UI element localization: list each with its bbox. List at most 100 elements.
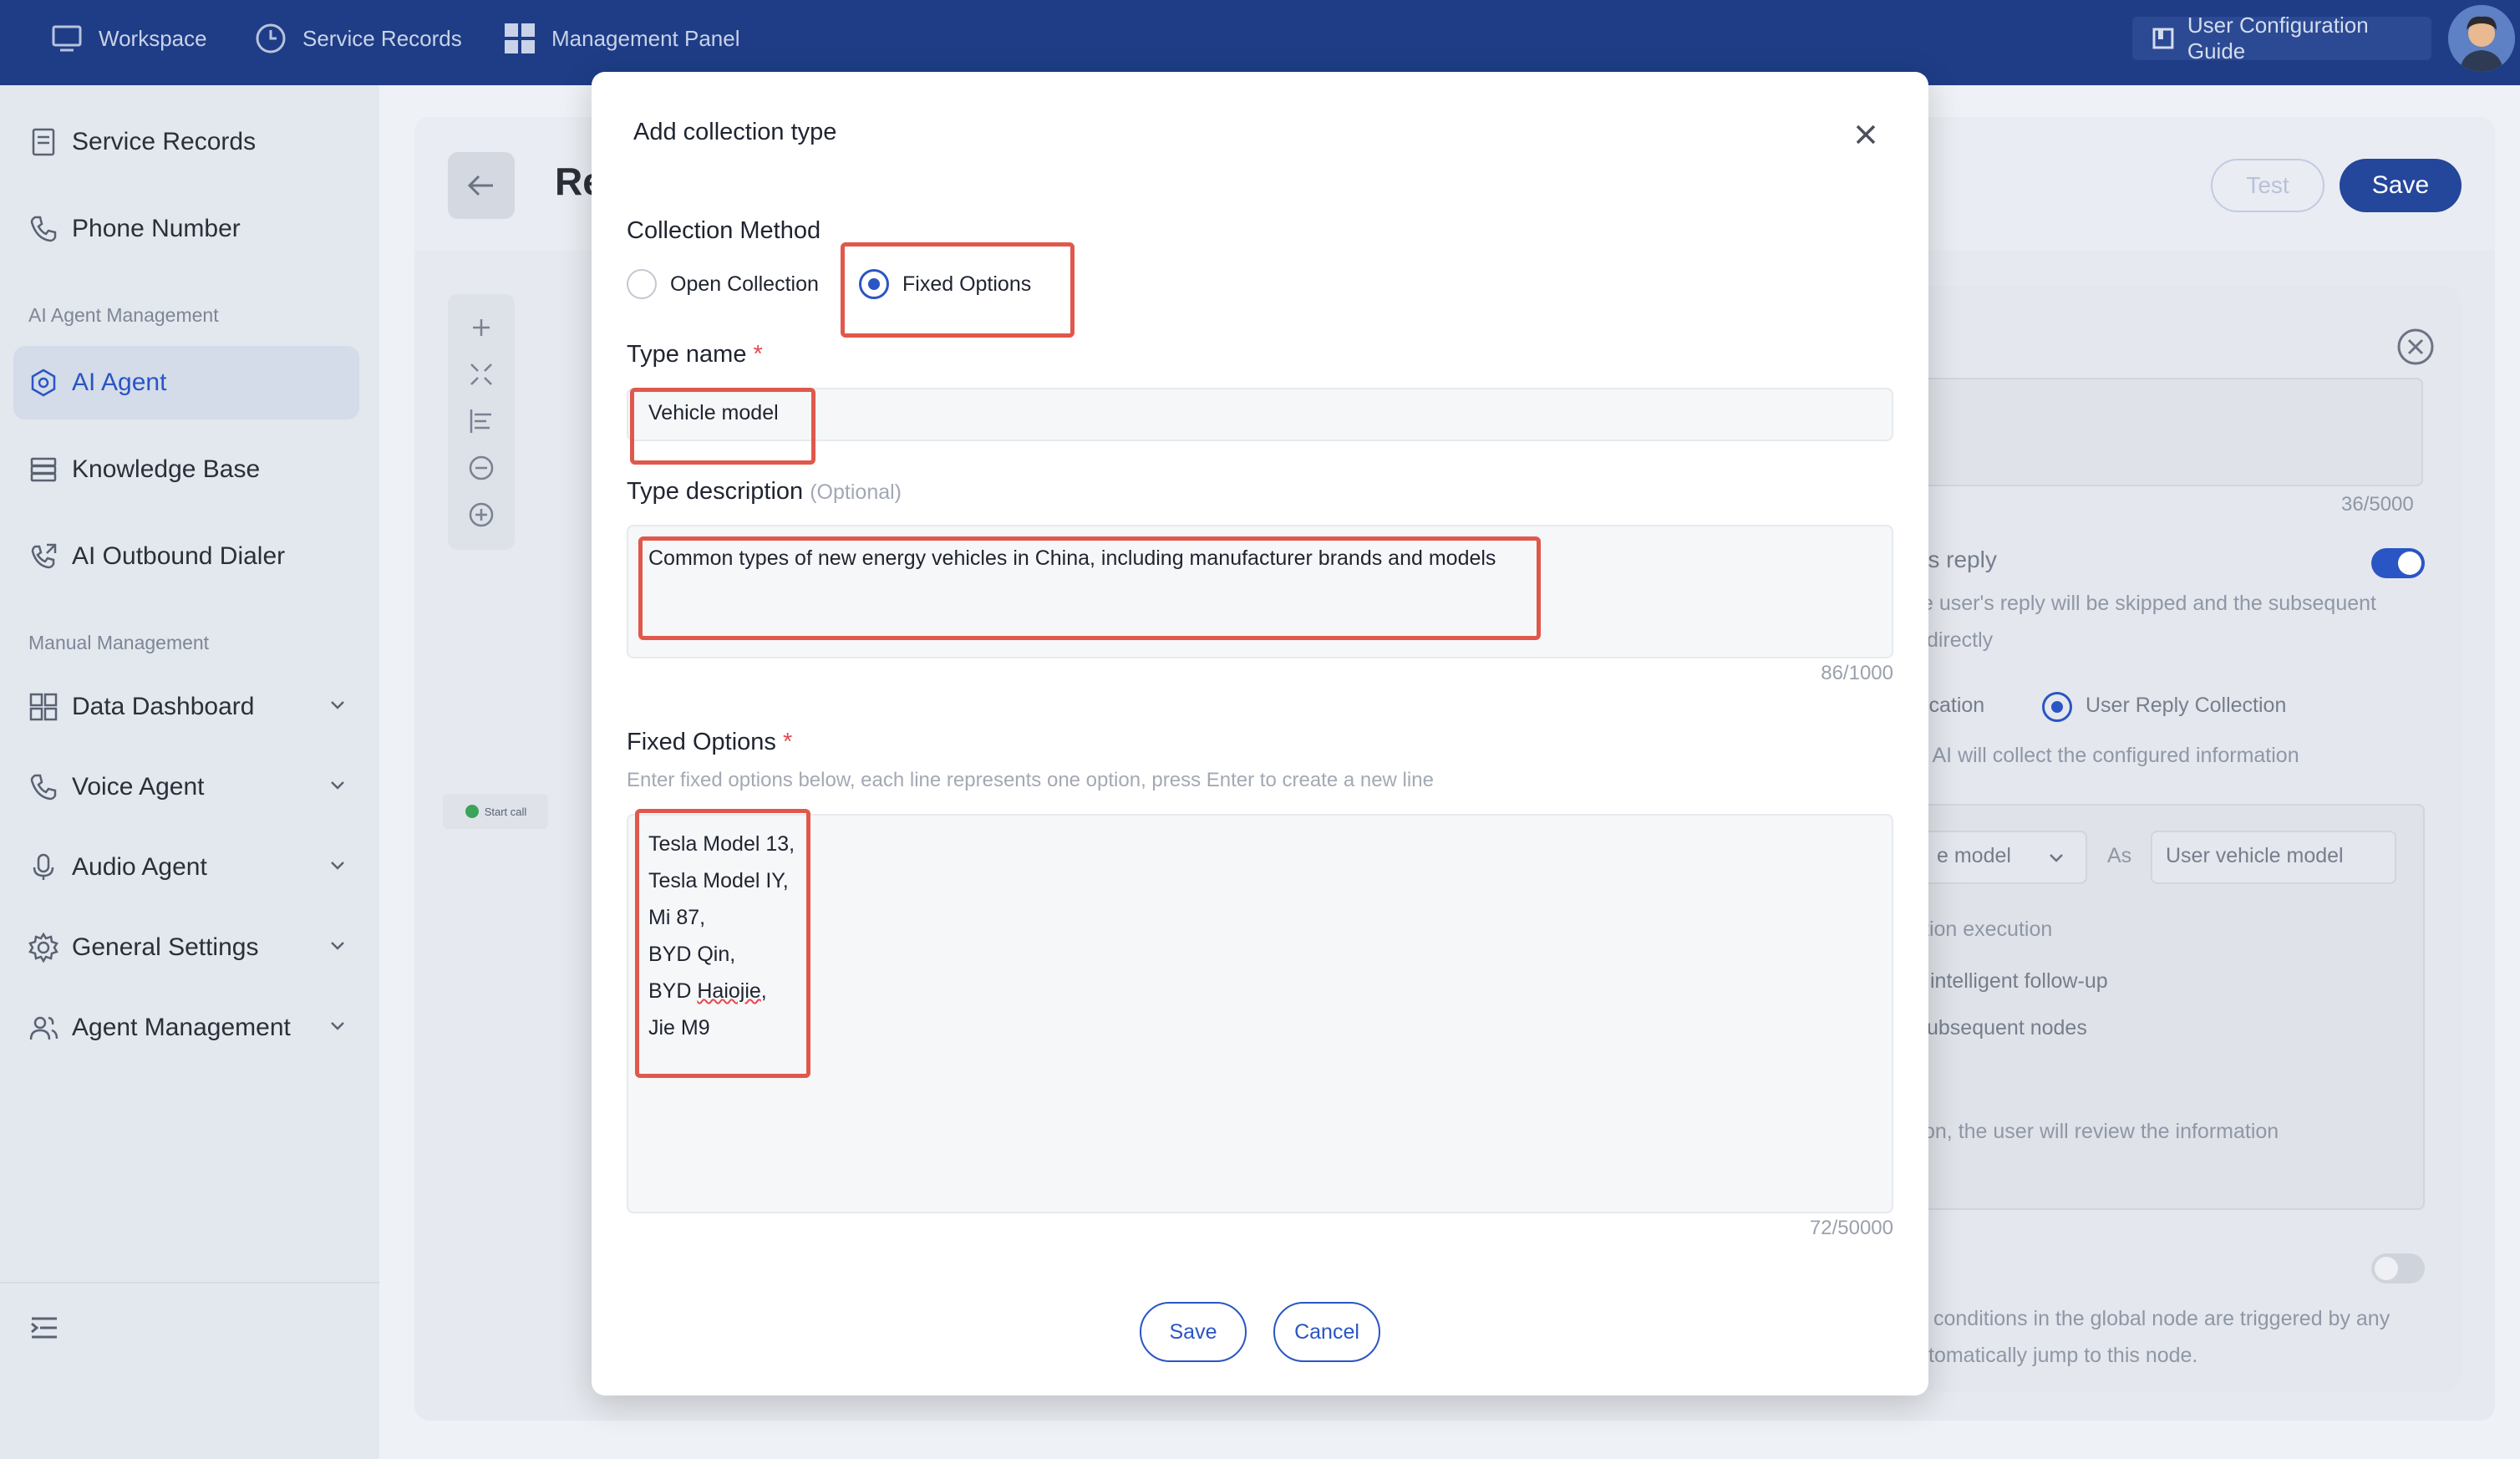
plus-icon[interactable] [466, 313, 496, 343]
subsequent-nodes-label: ubsequent nodes [1927, 1016, 2087, 1040]
review-text: on, the user will review the information [1923, 1120, 2279, 1143]
highlight-box [841, 242, 1075, 338]
arrow-left-icon [467, 175, 493, 196]
sidebar-item-label: Data Dashboard [72, 693, 255, 720]
sidebar-item-ai-agent[interactable]: AI Agent [13, 346, 359, 419]
grid-icon [505, 23, 535, 53]
nav-workspace-label: Workspace [99, 25, 207, 51]
option-line: Mi 87, [648, 906, 706, 929]
option-line: Tesla Model IY, [648, 869, 789, 892]
sidebar-item-label: AI Agent [72, 369, 167, 396]
collection-type-select-value: e model [1937, 844, 2011, 867]
user-reply-collection-label: User Reply Collection [2086, 694, 2287, 717]
user-configuration-guide-button[interactable]: User Configuration Guide [2132, 13, 2431, 64]
sidebar-item-knowledge-base[interactable]: Knowledge Base [13, 433, 359, 506]
highlight-box [630, 388, 815, 465]
phone-icon [30, 774, 57, 801]
nav-workspace[interactable]: Workspace [50, 0, 207, 77]
variable-name-value: User vehicle model [2166, 844, 2344, 867]
sidebar-item-label: Audio Agent [72, 853, 207, 881]
type-description-label: Type description (Optional) [627, 478, 902, 505]
prompt-counter: 36/5000 [2341, 493, 2414, 516]
canvas-toolbar [448, 294, 515, 550]
as-label: As [2107, 844, 2132, 867]
chevron-down-icon [331, 942, 344, 950]
nav-management-panel[interactable]: Management Panel [503, 0, 739, 77]
chevron-down-icon [331, 862, 344, 870]
phone-icon [465, 805, 479, 818]
reply-toggle[interactable] [2371, 548, 2425, 578]
fixed-options-textarea[interactable] [627, 814, 1893, 1213]
open-collection-label[interactable]: Open Collection [670, 272, 819, 297]
sidebar-item-ai-outbound-dialer[interactable]: AI Outbound Dialer [13, 520, 359, 593]
sidebar-item-phone-number[interactable]: Phone Number [13, 192, 359, 266]
microphone-icon [33, 853, 54, 880]
sidebar-footer [0, 1282, 379, 1374]
type-name-input[interactable] [627, 388, 1893, 441]
user-avatar-icon [2448, 5, 2515, 72]
option-line: BYD Qin, [648, 943, 736, 966]
description-counter: 86/1000 [1821, 662, 1893, 684]
sidebar-item-label: General Settings [72, 933, 259, 961]
type-name-label: Type name * [627, 341, 763, 368]
sidebar-item-label: Agent Management [72, 1014, 291, 1041]
sidebar-section-ai-agent-management: AI Agent Management [28, 304, 219, 326]
fit-view-icon[interactable] [466, 359, 496, 389]
document-icon [32, 128, 55, 156]
sidebar-section-manual-management: Manual Management [28, 632, 210, 653]
users-icon [29, 1016, 58, 1040]
sidebar-item-label: Phone Number [72, 215, 241, 242]
save-button[interactable]: Save [1140, 1302, 1247, 1362]
outbound-call-icon [31, 543, 57, 569]
add-collection-type-dialog: Add collection type Collection Method Op… [592, 72, 1928, 1395]
nav-service-records[interactable]: Service Records [254, 0, 462, 77]
start-call-node[interactable]: Start call [443, 794, 548, 829]
clock-icon [256, 23, 286, 53]
option-line: Jie M9 [648, 1016, 710, 1040]
close-icon[interactable] [1848, 117, 1883, 152]
reply-desc-2: directly [1927, 628, 1994, 652]
dashboard-icon [29, 693, 58, 721]
zoom-out-icon[interactable] [466, 453, 496, 483]
editor-save-button[interactable]: Save [2340, 159, 2462, 212]
sidebar-item-agent-management[interactable]: Agent Management [13, 991, 359, 1065]
chevron-down-icon [331, 781, 344, 790]
book-icon [2152, 28, 2174, 49]
open-collection-radio[interactable] [627, 269, 657, 299]
user-reply-collection-radio[interactable] [2042, 692, 2072, 722]
back-button[interactable] [448, 152, 515, 219]
sidebar-item-voice-agent[interactable]: Voice Agent [13, 750, 359, 824]
global-desc-2: tomatically jump to this node. [1928, 1344, 2198, 1367]
fixed-options-label: Fixed Options * [627, 729, 793, 755]
exec-label: tion execution [1923, 918, 2053, 941]
global-desc-1: conditions in the global node are trigge… [1933, 1307, 2390, 1330]
chevron-down-icon [331, 701, 344, 709]
sidebar-item-general-settings[interactable]: General Settings [13, 911, 359, 984]
collect-desc: , AI will collect the configured informa… [1922, 744, 2299, 767]
option-line: BYD Haiojie, [648, 979, 767, 1003]
follow-up-label: intelligent follow-up [1930, 969, 2108, 993]
highlight-box [638, 536, 1541, 640]
test-button[interactable]: Test [2211, 159, 2324, 212]
sidebar-item-audio-agent[interactable]: Audio Agent [13, 831, 359, 904]
close-circle-icon[interactable] [2396, 328, 2435, 366]
option-line: Tesla Model 13, [648, 832, 795, 856]
nav-service-records-label: Service Records [302, 25, 462, 51]
global-toggle[interactable] [2371, 1253, 2425, 1284]
dialog-title: Add collection type [633, 119, 837, 145]
monitor-icon [52, 25, 82, 52]
reply-desc-1: e user's reply will be skipped and the s… [1922, 592, 2376, 615]
reply-title: 's reply [1923, 546, 1997, 572]
zoom-in-icon[interactable] [466, 500, 496, 530]
sidebar-item-label: Knowledge Base [72, 455, 261, 483]
collapse-menu-icon[interactable] [30, 1315, 58, 1340]
sidebar-item-data-dashboard[interactable]: Data Dashboard [13, 670, 359, 744]
align-icon[interactable] [466, 406, 496, 436]
spellcheck-word: Haiojie [697, 979, 761, 1003]
sidebar-item-label: Service Records [72, 128, 257, 155]
sidebar-item-service-records[interactable]: Service Records [13, 105, 359, 179]
prompt-textarea[interactable] [1880, 378, 2423, 486]
database-icon [30, 457, 57, 482]
avatar[interactable] [2448, 5, 2515, 72]
cancel-button[interactable]: Cancel [1273, 1302, 1380, 1362]
